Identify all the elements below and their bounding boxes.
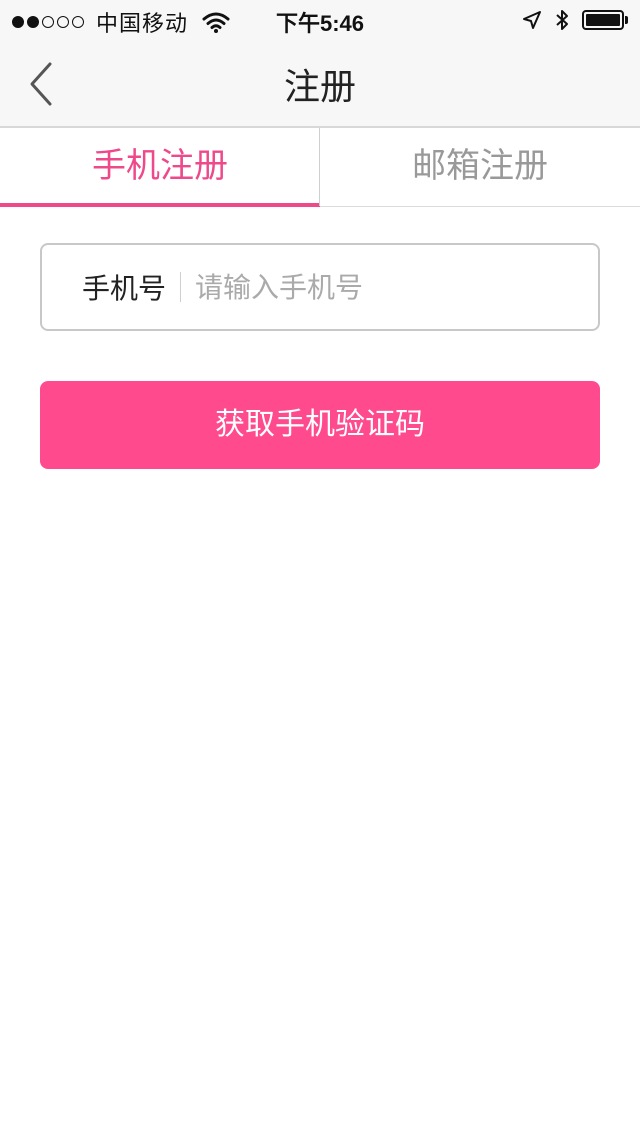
bluetooth-icon xyxy=(556,10,568,30)
top-area: 中国移动 下午5:46 注册 xyxy=(0,0,640,128)
status-right xyxy=(522,8,628,32)
phone-input[interactable] xyxy=(195,257,598,317)
register-form: 手机号 获取手机验证码 xyxy=(0,207,640,469)
tab-email-register[interactable]: 邮箱注册 xyxy=(320,128,640,206)
phone-label: 手机号 xyxy=(82,272,167,305)
page-title: 注册 xyxy=(283,67,356,108)
field-separator xyxy=(180,272,182,302)
tab-phone-register[interactable]: 手机注册 xyxy=(0,128,320,207)
location-icon xyxy=(523,11,541,29)
battery-icon xyxy=(582,10,628,30)
register-tabs: 手机注册 邮箱注册 xyxy=(0,128,640,207)
navigation-bar: 注册 xyxy=(0,40,640,126)
battery-level xyxy=(586,14,620,26)
get-verification-code-button[interactable]: 获取手机验证码 xyxy=(40,381,600,469)
status-bar: 中国移动 下午5:46 xyxy=(0,0,640,40)
phone-field[interactable]: 手机号 xyxy=(40,243,600,331)
